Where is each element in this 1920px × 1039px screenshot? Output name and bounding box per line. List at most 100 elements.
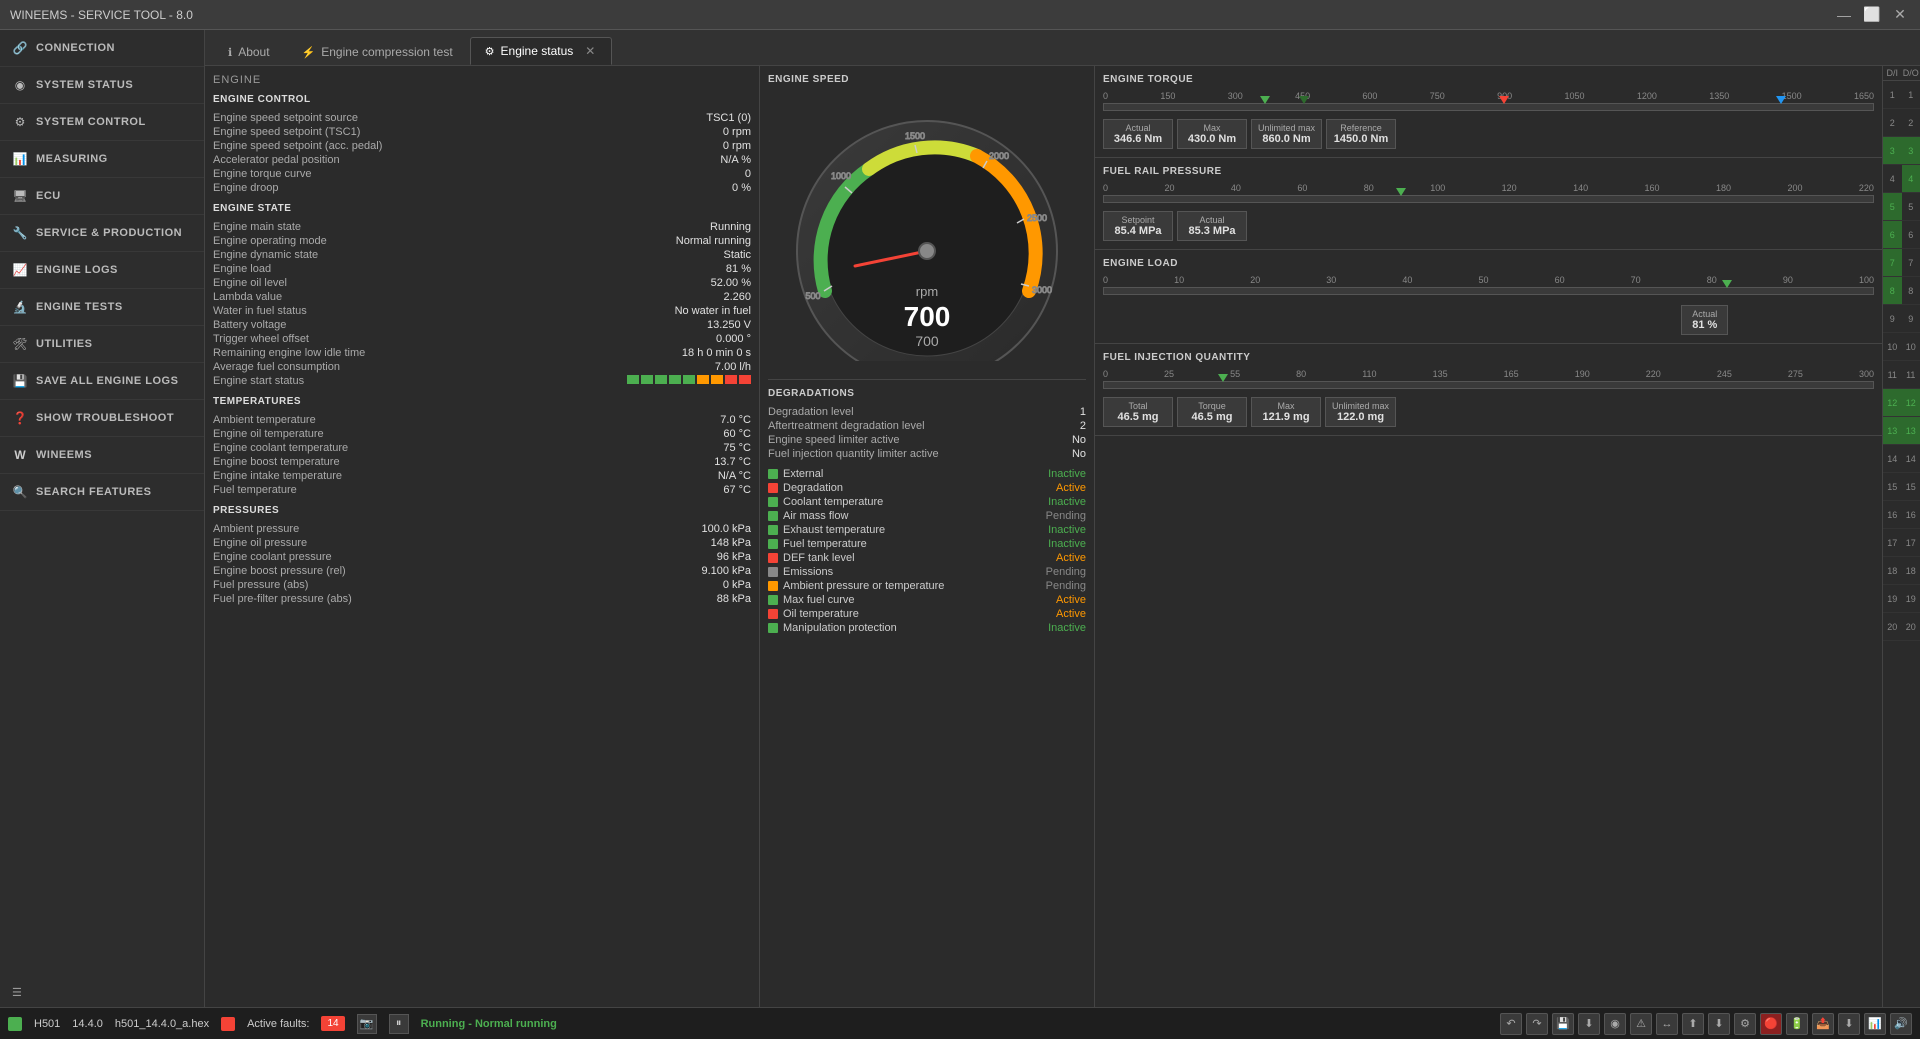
row-ambient-pressure: Ambient pressure 100.0 kPa bbox=[213, 522, 751, 536]
do-btn-16[interactable]: 16 bbox=[1902, 501, 1920, 529]
sidebar-item-system-control[interactable]: ⚙ SYSTEM CONTROL bbox=[0, 104, 204, 141]
engine-speed-title: ENGINE SPEED bbox=[768, 74, 1086, 85]
do-btn-13[interactable]: 13 bbox=[1902, 417, 1920, 445]
sidebar-collapse[interactable]: ☰ bbox=[0, 978, 204, 1007]
di-btn-13[interactable]: 13 bbox=[1883, 417, 1902, 445]
di-btn-15[interactable]: 15 bbox=[1883, 473, 1902, 501]
sidebar-item-system-status[interactable]: ◉ SYSTEM STATUS bbox=[0, 67, 204, 104]
toolbar-undo-btn[interactable]: ↶ bbox=[1500, 1013, 1522, 1035]
sidebar-item-utilities[interactable]: 🛠 UTILITIES bbox=[0, 326, 204, 363]
do-btn-10[interactable]: 10 bbox=[1902, 333, 1920, 361]
do-btn-4[interactable]: 4 bbox=[1902, 165, 1920, 193]
do-btn-5[interactable]: 5 bbox=[1902, 193, 1920, 221]
toolbar-down-btn[interactable]: ⬇ bbox=[1708, 1013, 1730, 1035]
do-btn-19[interactable]: 19 bbox=[1902, 585, 1920, 613]
do-btn-2[interactable]: 2 bbox=[1902, 109, 1920, 137]
do-btn-1[interactable]: 1 bbox=[1902, 81, 1920, 109]
do-btn-12[interactable]: 12 bbox=[1902, 389, 1920, 417]
maximize-button[interactable]: ⬜ bbox=[1862, 5, 1882, 25]
do-btn-17[interactable]: 17 bbox=[1902, 529, 1920, 557]
toolbar-record-btn[interactable]: ◉ bbox=[1604, 1013, 1626, 1035]
di-btn-16[interactable]: 16 bbox=[1883, 501, 1902, 529]
sidebar-item-engine-logs[interactable]: 📈 ENGINE LOGS bbox=[0, 252, 204, 289]
toolbar-battery-btn[interactable]: 🔋 bbox=[1786, 1013, 1808, 1035]
sidebar-item-engine-tests[interactable]: 🔬 ENGINE TESTS bbox=[0, 289, 204, 326]
toolbar-settings-btn[interactable]: ⚙ bbox=[1734, 1013, 1756, 1035]
toolbar-link-btn[interactable]: ↔ bbox=[1656, 1013, 1678, 1035]
oil-temp-dot bbox=[768, 609, 778, 619]
emissions-dot bbox=[768, 567, 778, 577]
tab-about[interactable]: ℹ About bbox=[213, 38, 285, 65]
sidebar-item-ecu[interactable]: 🖥 ECU bbox=[0, 178, 204, 215]
do-btn-14[interactable]: 14 bbox=[1902, 445, 1920, 473]
tab-engine-status[interactable]: ⚙ Engine status ✕ bbox=[470, 37, 613, 65]
toolbar-sound-btn[interactable]: 🔊 bbox=[1890, 1013, 1912, 1035]
fault-red-dot bbox=[221, 1017, 235, 1031]
di-do-row-12: 12 12 bbox=[1883, 389, 1920, 417]
di-btn-1[interactable]: 1 bbox=[1883, 81, 1902, 109]
minimize-button[interactable]: — bbox=[1834, 5, 1854, 25]
pause-button[interactable]: ⏸ bbox=[389, 1014, 409, 1034]
di-btn-20[interactable]: 20 bbox=[1883, 613, 1902, 641]
degrade-max-fuel: Max fuel curve Active bbox=[768, 593, 1086, 607]
close-button[interactable]: ✕ bbox=[1890, 5, 1910, 25]
do-btn-8[interactable]: 8 bbox=[1902, 277, 1920, 305]
running-state: Running - Normal running bbox=[421, 1018, 557, 1030]
sidebar-item-wineems[interactable]: W WINEEMS bbox=[0, 437, 204, 474]
do-btn-9[interactable]: 9 bbox=[1902, 305, 1920, 333]
di-btn-2[interactable]: 2 bbox=[1883, 109, 1902, 137]
di-do-row-5: 5 5 bbox=[1883, 193, 1920, 221]
do-btn-3[interactable]: 3 bbox=[1902, 137, 1920, 165]
engine-status-tab-icon: ⚙ bbox=[485, 45, 495, 58]
toolbar-download-btn[interactable]: ⬇ bbox=[1578, 1013, 1600, 1035]
do-btn-7[interactable]: 7 bbox=[1902, 249, 1920, 277]
di-btn-3[interactable]: 3 bbox=[1883, 137, 1902, 165]
sidebar-item-troubleshoot[interactable]: ❓ SHOW TROUBLESHOOT bbox=[0, 400, 204, 437]
do-btn-15[interactable]: 15 bbox=[1902, 473, 1920, 501]
do-btn-11[interactable]: 11 bbox=[1902, 361, 1920, 389]
tab-close-button[interactable]: ✕ bbox=[583, 44, 597, 58]
di-btn-10[interactable]: 10 bbox=[1883, 333, 1902, 361]
di-btn-6[interactable]: 6 bbox=[1883, 221, 1902, 249]
toolbar-save-btn[interactable]: 💾 bbox=[1552, 1013, 1574, 1035]
engine-control-section: Engine speed setpoint source TSC1 (0) En… bbox=[213, 111, 751, 195]
toolbar-redo-btn[interactable]: ↷ bbox=[1526, 1013, 1548, 1035]
do-btn-20[interactable]: 20 bbox=[1902, 613, 1920, 641]
sidebar-item-save-logs[interactable]: 💾 SAVE ALL ENGINE LOGS bbox=[0, 363, 204, 400]
tab-engine-compression[interactable]: ⚡ Engine compression test bbox=[287, 38, 468, 65]
degradations-section: DEGRADATIONS Degradation level 1 Aftertr… bbox=[768, 388, 1086, 635]
di-btn-18[interactable]: 18 bbox=[1883, 557, 1902, 585]
di-do-row-20: 20 20 bbox=[1883, 613, 1920, 641]
toolbar-up-btn[interactable]: ⬆ bbox=[1682, 1013, 1704, 1035]
sidebar-item-search[interactable]: 🔍 SEARCH FEATURES bbox=[0, 474, 204, 511]
sidebar-item-connection[interactable]: 🔗 CONNECTION bbox=[0, 30, 204, 67]
svg-text:rpm: rpm bbox=[916, 284, 938, 299]
toolbar-chart-btn[interactable]: 📊 bbox=[1864, 1013, 1886, 1035]
toolbar-stop-btn[interactable]: 🔴 bbox=[1760, 1013, 1782, 1035]
toolbar-export-btn[interactable]: 📤 bbox=[1812, 1013, 1834, 1035]
do-btn-18[interactable]: 18 bbox=[1902, 557, 1920, 585]
toolbar-import-btn[interactable]: ⬇ bbox=[1838, 1013, 1860, 1035]
di-btn-14[interactable]: 14 bbox=[1883, 445, 1902, 473]
sidebar-item-service-production[interactable]: 🔧 SERVICE & PRODUCTION bbox=[0, 215, 204, 252]
di-btn-12[interactable]: 12 bbox=[1883, 389, 1902, 417]
di-btn-4[interactable]: 4 bbox=[1883, 165, 1902, 193]
di-btn-7[interactable]: 7 bbox=[1883, 249, 1902, 277]
di-do-panel: D/I D/O 1 1 2 2 3 3 bbox=[1882, 66, 1920, 1007]
di-btn-17[interactable]: 17 bbox=[1883, 529, 1902, 557]
degrade-fuel-temp: Fuel temperature Inactive bbox=[768, 537, 1086, 551]
di-btn-19[interactable]: 19 bbox=[1883, 585, 1902, 613]
toolbar-warning-btn[interactable]: ⚠ bbox=[1630, 1013, 1652, 1035]
di-header: D/I bbox=[1883, 66, 1902, 81]
fuel-rail-setpoint-box: Setpoint 85.4 MPa bbox=[1103, 211, 1173, 241]
di-btn-8[interactable]: 8 bbox=[1883, 277, 1902, 305]
fuel-rail-marker bbox=[1401, 188, 1411, 196]
do-btn-6[interactable]: 6 bbox=[1902, 221, 1920, 249]
di-btn-9[interactable]: 9 bbox=[1883, 305, 1902, 333]
di-btn-5[interactable]: 5 bbox=[1883, 193, 1902, 221]
camera-button[interactable]: 📷 bbox=[357, 1014, 377, 1034]
sidebar-label-utilities: UTILITIES bbox=[36, 338, 92, 350]
engine-load-scale-bar: 0 10 20 30 40 50 60 70 80 90 100 bbox=[1103, 275, 1874, 295]
di-btn-11[interactable]: 11 bbox=[1883, 361, 1902, 389]
sidebar-item-measuring[interactable]: 📊 MEASURING bbox=[0, 141, 204, 178]
